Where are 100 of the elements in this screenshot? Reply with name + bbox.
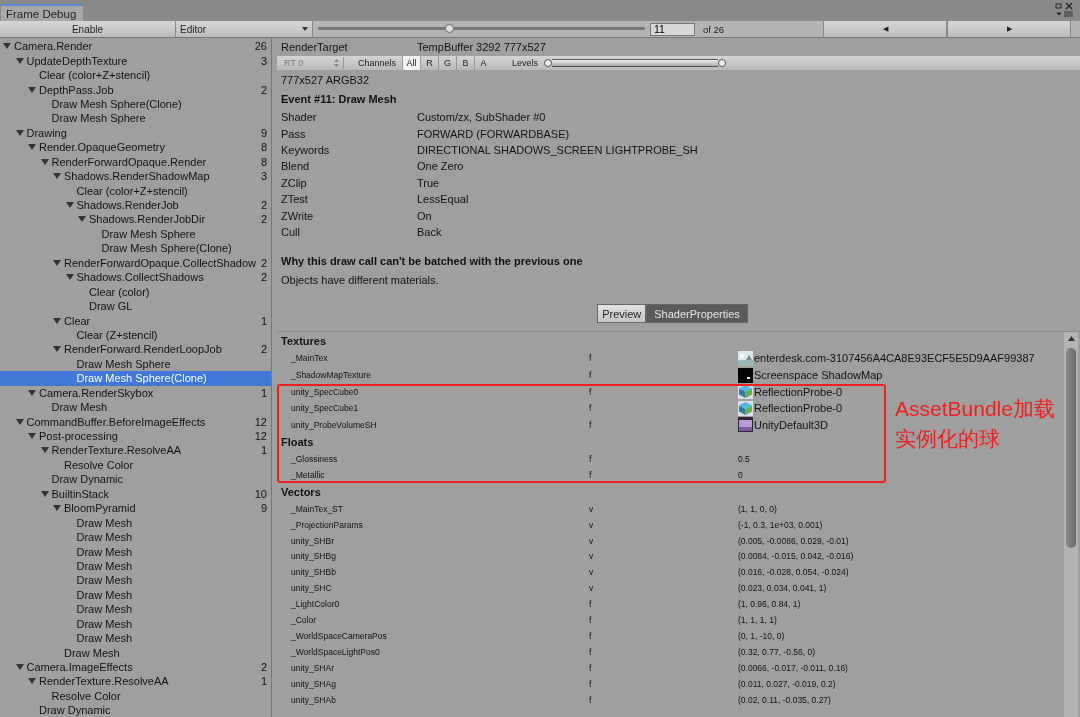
tree-item[interactable]: Shadows.RenderJobDir 2 (0, 212, 271, 227)
tree-item[interactable]: Shadows.RenderShadowMap 3 (0, 168, 271, 184)
channel-toggle[interactable]: R (420, 56, 439, 70)
tree-item[interactable]: Draw Mesh (0, 529, 271, 545)
property-value: (0.02, 0.11, -0.035, 0.27) (738, 694, 831, 705)
tree-item[interactable]: Camera.RenderSkybox 1 (0, 385, 271, 400)
tree-item[interactable]: Draw Mesh Sphere(Clone) (0, 241, 271, 256)
expand-arrow-icon[interactable] (53, 258, 61, 267)
levels-range-slider[interactable] (544, 59, 727, 67)
tree-item[interactable]: UpdateDepthTexture 3 (0, 53, 271, 68)
tree-item[interactable]: RenderForwardOpaque.Render 8 (0, 154, 271, 169)
section-heading: Vectors (280, 484, 321, 500)
expand-arrow-icon[interactable] (15, 128, 24, 137)
batch-reason: Objects have different materials. (280, 273, 440, 289)
expand-arrow-icon[interactable] (65, 201, 74, 210)
scroll-up-icon[interactable] (1068, 336, 1075, 342)
tree-item[interactable]: Draw Mesh Sphere (0, 356, 271, 372)
tree-item[interactable]: Draw Mesh Sphere(Clone) (0, 96, 271, 112)
tree-item[interactable]: CommandBuffer.BeforeImageEffects 12 (0, 414, 271, 429)
tree-item[interactable]: Shadows.CollectShadows 2 (0, 270, 271, 285)
expand-arrow-icon[interactable] (53, 504, 61, 513)
expand-arrow-icon[interactable] (40, 446, 49, 455)
enable-button[interactable]: Enable (0, 21, 176, 37)
property-type: v (589, 535, 595, 546)
tree-item[interactable]: BuiltinStack 10 (0, 486, 271, 501)
tree-item[interactable]: Clear (Z+stencil) (0, 327, 271, 343)
tree-item[interactable]: Draw Mesh (0, 587, 271, 603)
expand-arrow-icon[interactable] (15, 56, 24, 65)
tree-item[interactable]: Draw Mesh Sphere (0, 111, 271, 126)
expand-arrow-icon[interactable] (53, 345, 61, 354)
tree-item[interactable]: Shadows.RenderJob 2 (0, 197, 271, 213)
tree-item[interactable]: Draw Mesh (0, 544, 271, 559)
scrollbar[interactable] (1064, 332, 1078, 717)
tree-item[interactable]: Render.OpaqueGeometry 8 (0, 140, 271, 155)
channel-toggle[interactable]: A (474, 56, 493, 70)
property-type: f (589, 353, 593, 364)
expand-arrow-icon[interactable] (28, 143, 36, 152)
expand-arrow-icon[interactable] (40, 489, 49, 498)
property-label: ZWrite (281, 209, 315, 222)
expand-arrow-icon[interactable] (53, 316, 61, 325)
expand-arrow-icon[interactable] (53, 172, 61, 181)
tree-item[interactable]: RenderTexture.ResolveAA 1 (0, 674, 271, 689)
tree-item[interactable]: Camera.ImageEffects 2 (0, 659, 271, 675)
tree-item[interactable]: Draw Mesh (0, 630, 271, 646)
expand-arrow-icon[interactable] (3, 42, 11, 51)
event-field[interactable]: 11 (650, 22, 695, 36)
tree-item[interactable]: Clear 1 (0, 313, 271, 328)
channel-toggle[interactable]: G (438, 56, 457, 70)
expand-arrow-icon[interactable] (78, 215, 86, 224)
expand-arrow-icon[interactable] (28, 432, 36, 441)
expand-arrow-icon[interactable] (15, 663, 24, 672)
tree-item[interactable]: Draw Mesh (0, 399, 271, 415)
tree-item[interactable]: Clear (color+Z+stencil) (0, 183, 271, 198)
tree-item[interactable]: Clear (color+Z+stencil) (0, 67, 271, 83)
tree-item[interactable]: BloomPyramid 9 (0, 501, 271, 516)
tree-item[interactable]: Drawing 9 (0, 125, 271, 141)
render-target-label: RenderTarget (281, 40, 349, 53)
tree-item[interactable]: Camera.Render 26 (0, 39, 271, 54)
tree-item[interactable]: Draw Mesh (0, 558, 271, 574)
expand-arrow-icon[interactable] (28, 388, 36, 397)
tree-item[interactable]: Draw Mesh (0, 645, 271, 660)
tree-item[interactable]: DepthPass.Job 2 (0, 82, 271, 97)
property-name: unity_SHAb (290, 694, 337, 705)
property-value: 0 (738, 469, 743, 480)
tree-item[interactable]: Draw Mesh (0, 616, 271, 631)
tree-item[interactable]: Draw Mesh Sphere (0, 226, 271, 242)
expand-arrow-icon[interactable] (65, 273, 74, 282)
tree-item[interactable]: RenderForwardOpaque.CollectShadow 2 (0, 255, 271, 270)
tree-item[interactable]: Draw Mesh Sphere(Clone) (0, 371, 271, 386)
tree-item[interactable]: Draw Mesh (0, 602, 271, 617)
property-name: _Metallic (290, 469, 326, 480)
tree-item[interactable]: Draw Dynamic (0, 703, 271, 717)
tree-item[interactable]: Draw Mesh (0, 573, 271, 588)
property-type: f (589, 469, 593, 480)
property-value: (1, 0.96, 0.84, 1) (738, 599, 801, 610)
channel-toggle[interactable]: All (402, 56, 421, 70)
expand-arrow-icon[interactable] (28, 85, 36, 94)
property-type: f (589, 646, 593, 657)
property-type: v (589, 551, 595, 562)
window-controls-icon[interactable] (1054, 2, 1076, 18)
expand-arrow-icon[interactable] (28, 677, 36, 686)
tree-item[interactable]: RenderForward.RenderLoopJob 2 (0, 342, 271, 357)
view-tab[interactable]: Preview (597, 304, 647, 324)
tree-item[interactable]: Draw Mesh (0, 515, 271, 530)
property-value: (0.023, 0.034, 0.041, 1) (738, 583, 827, 594)
mode-dropdown[interactable]: Editor (176, 21, 313, 37)
property-name: unity_SHAr (290, 662, 335, 673)
tree-item[interactable]: Draw Dynamic (0, 472, 271, 487)
texture-thumbnail-icon (738, 417, 753, 433)
tree-item[interactable]: Resolve Color (0, 688, 271, 704)
view-tab[interactable]: ShaderProperties (646, 304, 748, 324)
tree-item[interactable]: Draw GL (0, 298, 271, 314)
window-tab[interactable]: Frame Debug (1, 4, 84, 21)
expand-arrow-icon[interactable] (15, 417, 24, 426)
expand-arrow-icon[interactable] (40, 157, 49, 166)
channel-toggle[interactable]: B (456, 56, 475, 70)
tree-item[interactable]: Clear (color) (0, 284, 271, 299)
tree-item[interactable]: Post-processing 12 (0, 428, 271, 444)
tree-item[interactable]: RenderTexture.ResolveAA 1 (0, 443, 271, 458)
tree-item[interactable]: Resolve Color (0, 457, 271, 473)
